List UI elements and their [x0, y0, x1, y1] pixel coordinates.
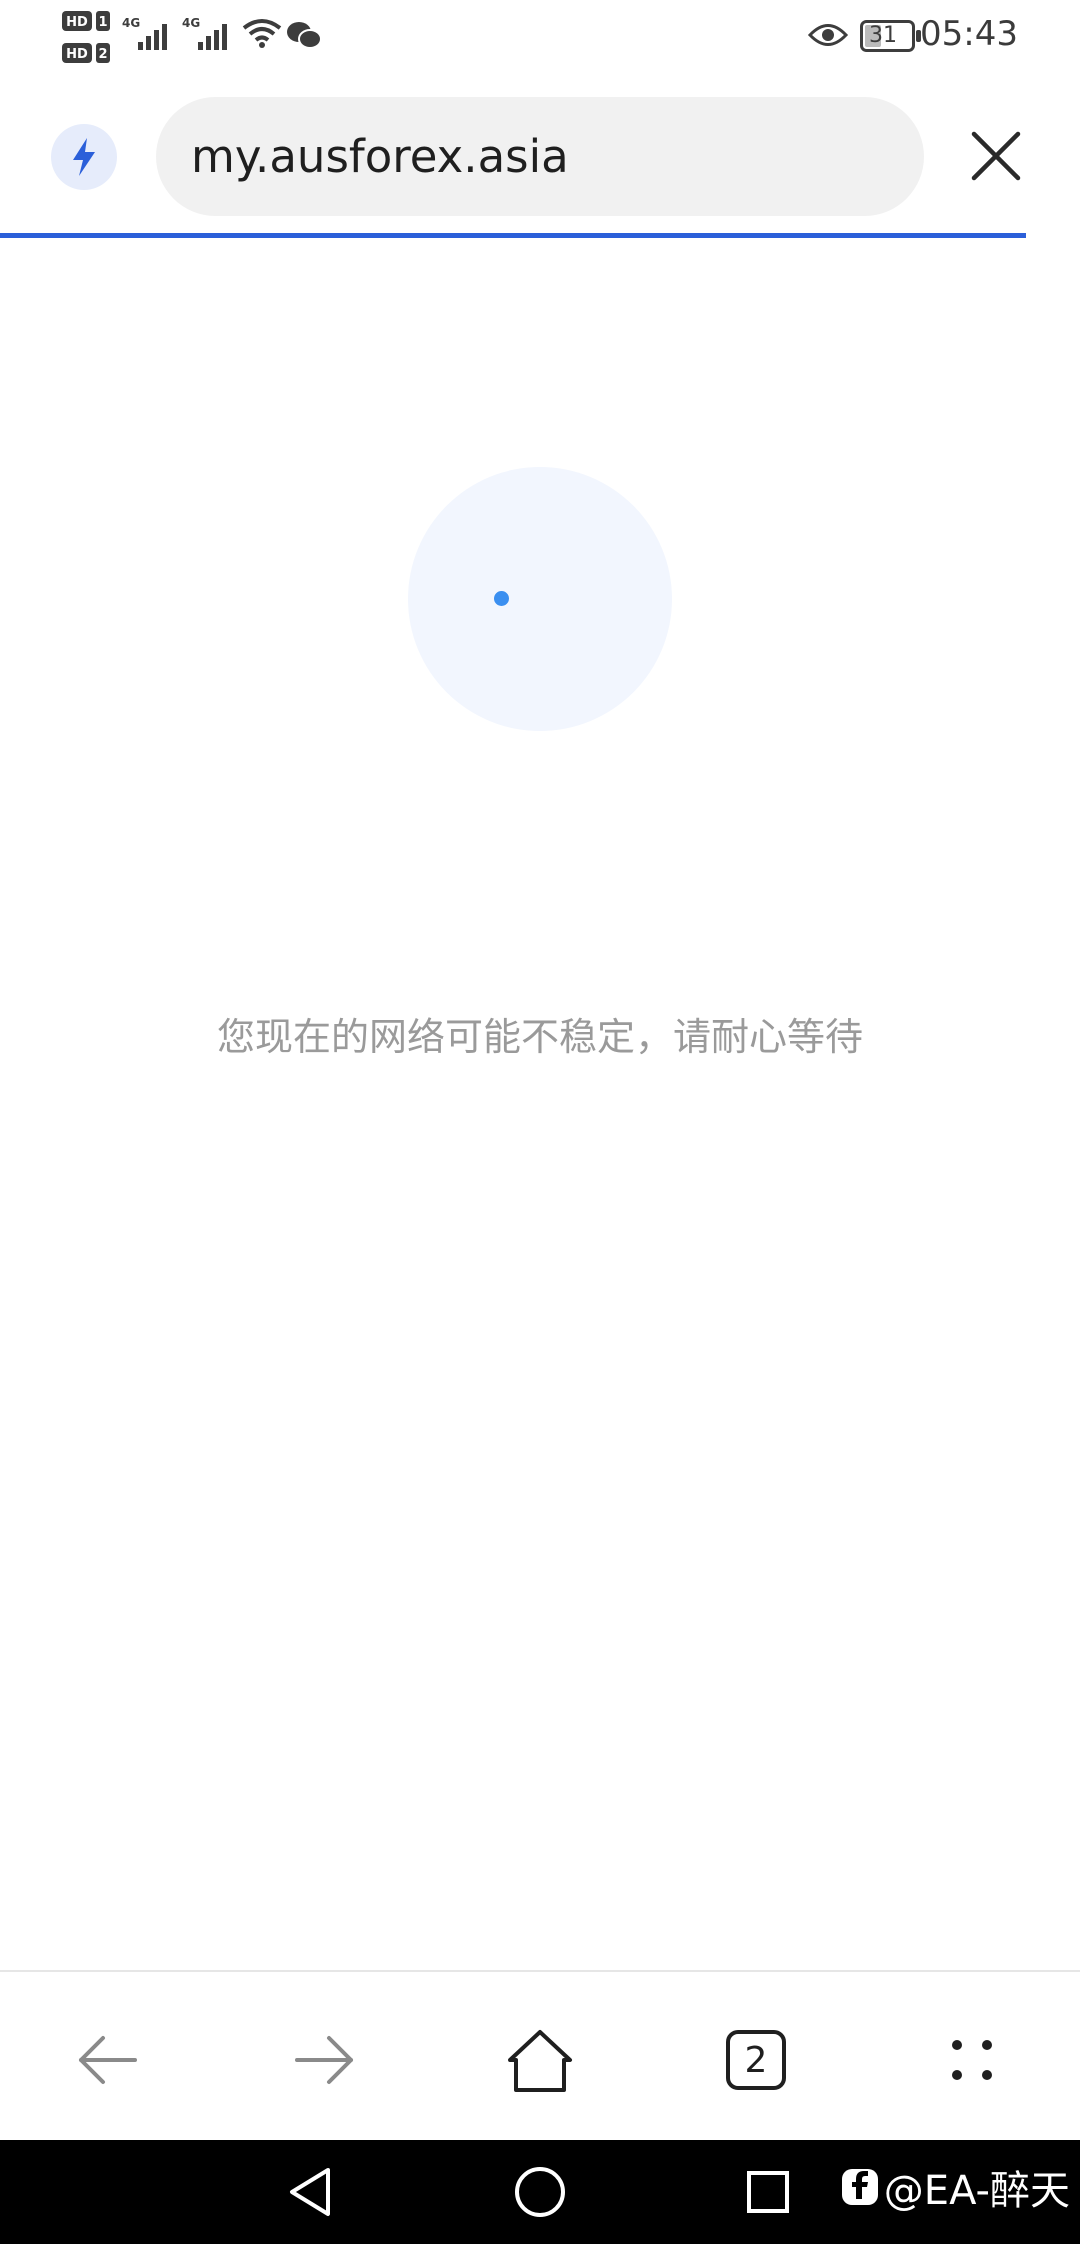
back-arrow-icon [79, 2036, 137, 2084]
more-button[interactable] [912, 2000, 1032, 2120]
wechat-icon [286, 20, 322, 50]
signal-icon: 4G [122, 16, 174, 50]
tabs-button[interactable]: 2 [696, 2000, 816, 2120]
more-icon [952, 2040, 992, 2080]
page-load-progress-bar [0, 233, 1026, 238]
forward-button[interactable] [264, 2000, 384, 2120]
sim1-badge: HD 1 [62, 10, 112, 32]
eye-icon [807, 20, 849, 50]
home-icon [508, 2030, 572, 2092]
lightning-icon [73, 138, 95, 176]
battery-level: 31 [869, 23, 897, 48]
forward-arrow-icon [295, 2036, 353, 2084]
svg-text:1: 1 [98, 15, 107, 30]
loading-message: 您现在的网络可能不稳定，请耐心等待 [216, 1015, 863, 1059]
svg-text:2: 2 [98, 47, 107, 62]
svg-text:HD: HD [66, 15, 88, 30]
svg-text:HD: HD [66, 47, 88, 62]
watermark: @EA-醉天 [840, 2158, 1070, 2216]
recents-square-icon [747, 2171, 789, 2213]
system-home-button[interactable] [512, 2164, 568, 2225]
sim2-badge: HD 2 [62, 42, 112, 64]
url-text: my.ausforex.asia [191, 130, 569, 183]
battery-icon: 31 [860, 20, 922, 52]
wifi-icon [242, 18, 282, 50]
back-triangle-icon [290, 2168, 330, 2216]
back-button[interactable] [48, 2000, 168, 2120]
lightning-button[interactable] [51, 124, 117, 190]
bottom-nav-divider [0, 1970, 1080, 1972]
close-icon [971, 131, 1021, 181]
status-bar: HD 1 HD 2 4G 4G 31 05:43 [0, 0, 1080, 80]
system-back-button[interactable] [284, 2164, 340, 2225]
address-bar: my.ausforex.asia [0, 80, 1080, 236]
tabs-count: 2 [744, 2039, 768, 2081]
system-recents-button[interactable] [740, 2164, 796, 2225]
watermark-logo-icon [841, 2169, 878, 2205]
close-button[interactable] [960, 120, 1032, 192]
clock: 05:43 [920, 14, 1018, 54]
loading-dot [494, 591, 509, 606]
loading-spinner [408, 467, 672, 731]
url-field[interactable]: my.ausforex.asia [156, 97, 924, 216]
system-navigation-bar: @EA-醉天 [0, 2140, 1080, 2244]
home-button[interactable] [480, 2000, 600, 2120]
watermark-text: @EA-醉天 [883, 2168, 1070, 2214]
signal-icon: 4G [182, 16, 234, 50]
home-circle-icon [515, 2167, 565, 2217]
